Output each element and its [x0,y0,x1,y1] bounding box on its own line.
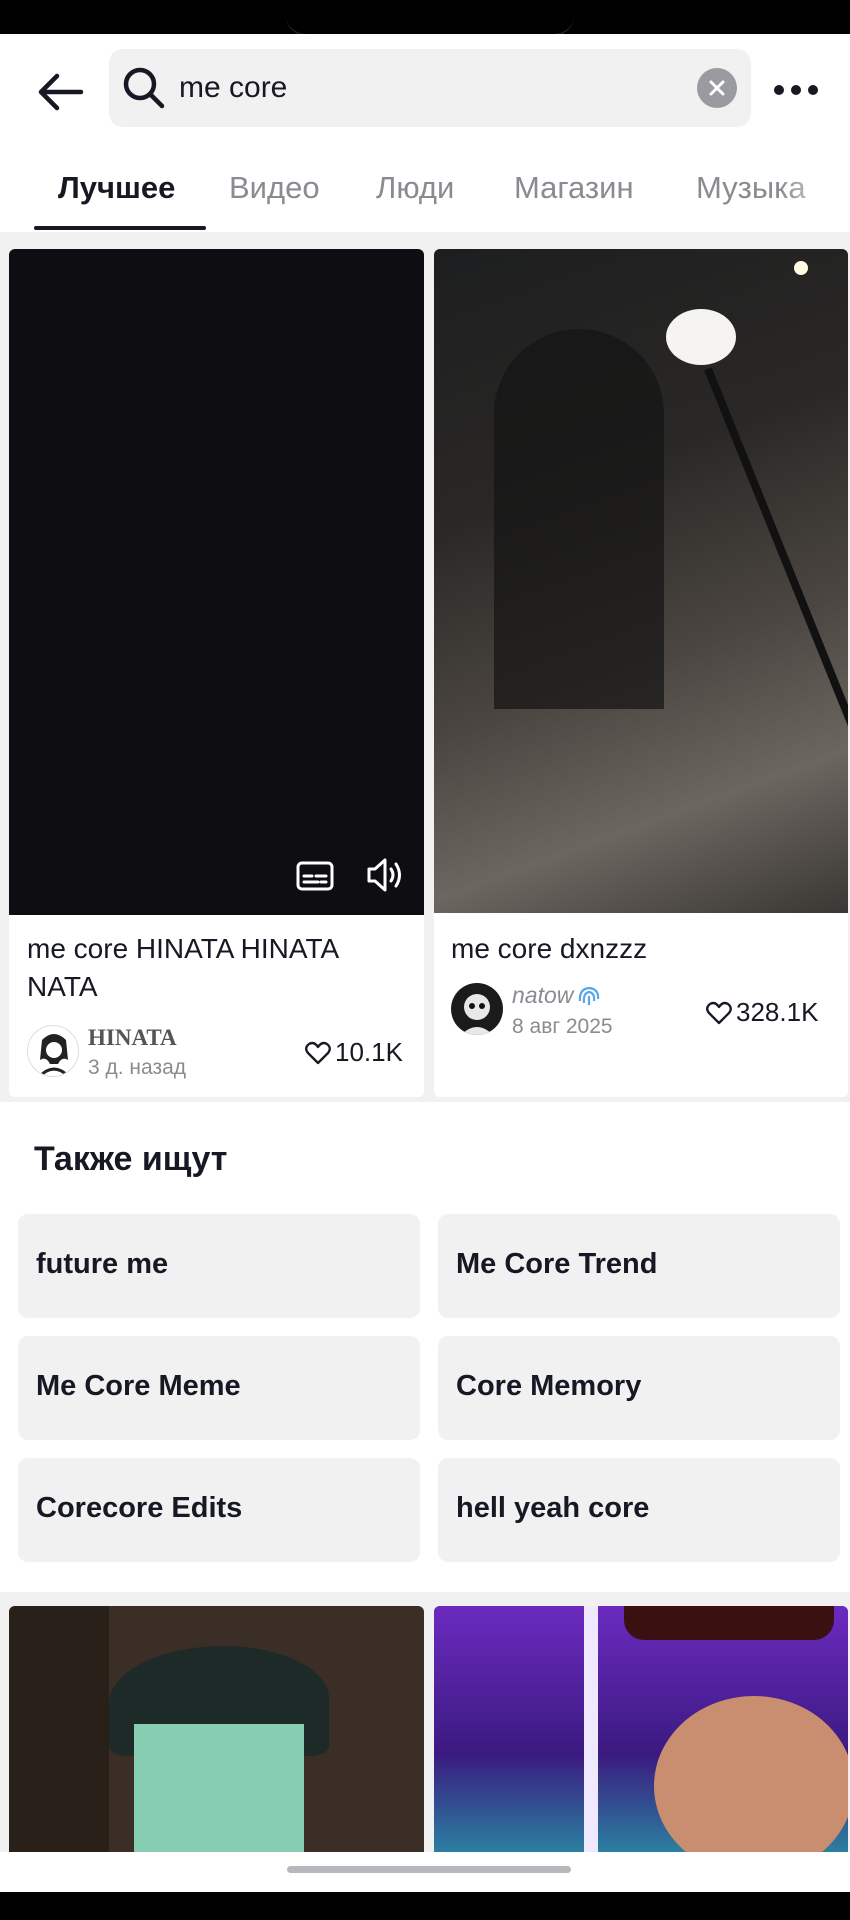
video-thumbnail[interactable] [9,1606,424,1852]
author-row[interactable]: natow [512,982,603,1009]
active-tab-indicator [34,226,206,230]
volume-icon[interactable] [365,855,407,895]
avatar[interactable] [451,983,503,1035]
search-icon [123,67,165,109]
author-name[interactable]: HINATA [88,1025,177,1051]
street-lamp-glow [666,309,736,365]
search-bar[interactable] [109,49,751,127]
avatar-mask-icon [461,994,493,1035]
tabs-fade [780,138,850,232]
wall-panel [9,1606,109,1852]
more-options-button[interactable] [770,64,822,116]
video-card[interactable]: me core HINATA HINATA NATA HINATA 3 д. н… [9,249,424,1097]
related-searches-section: Также ищут future me Me Core Trend Me Co… [0,1102,850,1602]
avatar[interactable] [27,1025,79,1077]
related-search-chip[interactable]: Me Core Trend [438,1214,840,1318]
chip-label: future me [36,1248,169,1280]
close-icon [709,80,725,96]
search-header [0,34,850,138]
like-count-value: 328.1K [736,997,819,1027]
related-search-chip[interactable]: hell yeah core [438,1458,840,1562]
video-thumbnail[interactable] [9,249,424,915]
dynamic-island [285,0,575,36]
chip-label: hell yeah core [456,1492,650,1524]
back-button[interactable] [30,62,90,122]
search-tabs: Лучшее Видео Люди Магазин Музыка [0,138,850,232]
lamp-post [704,367,848,853]
video-thumbnail[interactable] [434,249,848,913]
tab-shop[interactable]: Магазин [514,170,634,206]
home-indicator[interactable] [287,1866,571,1873]
section-title: Также ищут [34,1140,228,1178]
like-count: 10.1K [305,1037,403,1068]
video-card[interactable] [434,1606,848,1852]
chip-label: Core Memory [456,1370,642,1402]
captions-icon[interactable] [296,861,334,891]
tab-people[interactable]: Люди [376,170,454,206]
light-strip [584,1606,598,1852]
search-input[interactable] [179,67,659,109]
archway-shadow [494,329,664,709]
heart-icon [305,1041,331,1064]
post-date: 8 авг 2025 [512,1015,613,1038]
character-face [134,1724,304,1852]
sign-lettering [624,1606,834,1640]
avatar-illustration-icon [38,1034,70,1076]
chip-label: Me Core Meme [36,1370,241,1402]
like-count: 328.1K [706,997,818,1028]
street-light-dot [794,261,808,275]
related-search-chip[interactable]: future me [18,1214,420,1318]
video-thumbnail[interactable] [434,1606,848,1852]
bottom-safe-area [0,1852,850,1920]
related-search-chip[interactable]: Core Memory [438,1336,840,1440]
author-name[interactable]: natow [512,982,573,1009]
more-dots-icon [774,85,818,95]
related-search-chip[interactable]: Me Core Meme [18,1336,420,1440]
tab-top[interactable]: Лучшее [58,170,175,206]
video-title[interactable]: me core HINATA HINATA NATA [27,930,407,1006]
chip-label: Corecore Edits [36,1492,243,1524]
related-search-chip[interactable]: Corecore Edits [18,1458,420,1562]
heart-icon [706,1001,732,1024]
video-title[interactable]: me core dxnzzz [451,930,831,968]
clear-search-button[interactable] [697,68,737,108]
video-card[interactable] [9,1606,424,1852]
tab-videos[interactable]: Видео [229,170,320,206]
video-card[interactable]: me core dxnzzz natow 8 авг 2025 328.1K [434,249,848,1097]
like-count-value: 10.1K [335,1037,403,1067]
post-date: 3 д. назад [88,1056,187,1079]
fingerprint-emoji-icon [579,986,600,1005]
chip-label: Me Core Trend [456,1248,658,1280]
person-head [654,1696,848,1852]
arrow-left-icon [38,73,84,111]
